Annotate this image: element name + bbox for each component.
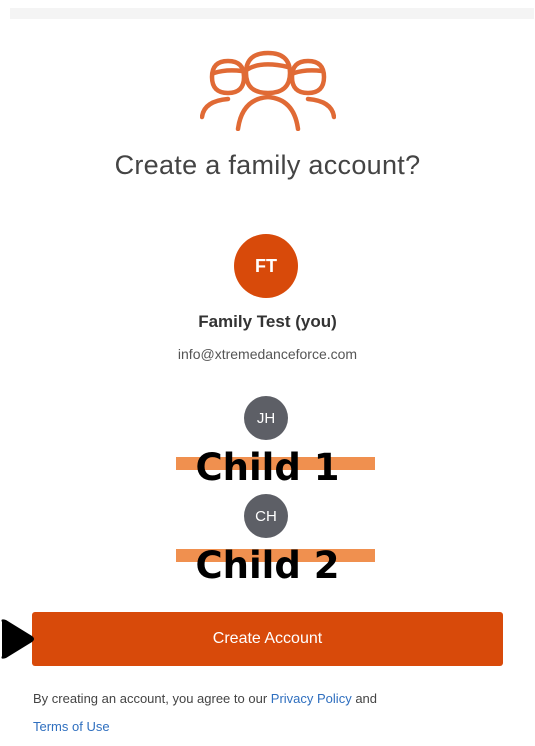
parent-email: info@xtremedanceforce.com [177, 346, 358, 362]
top-bar [10, 8, 534, 19]
create-account-button[interactable]: Create Account [32, 612, 503, 666]
privacy-policy-link[interactable]: Privacy Policy [271, 691, 352, 706]
terms-text: By creating an account, you agree to our… [33, 685, 513, 741]
parent-initials: FT [255, 255, 277, 276]
parent-avatar: FT [234, 234, 298, 298]
child-avatar-1: JH [244, 396, 288, 440]
parent-name: Family Test (you) [198, 312, 337, 331]
terms-and: and [355, 691, 378, 706]
page-title: Create a family account? [114, 150, 421, 180]
child-label-1: Child 1 [195, 446, 340, 489]
family-icon [200, 50, 336, 131]
child-label-2: Child 2 [195, 544, 340, 587]
child-initials-2: CH [255, 507, 277, 525]
pointer-arrow-icon [1, 619, 34, 659]
child-avatar-2: CH [244, 494, 288, 538]
terms-of-use-link[interactable]: Terms of Use [33, 719, 110, 734]
child-initials-1: JH [256, 409, 276, 427]
terms-prefix: By creating an account, you agree to our [33, 691, 268, 706]
